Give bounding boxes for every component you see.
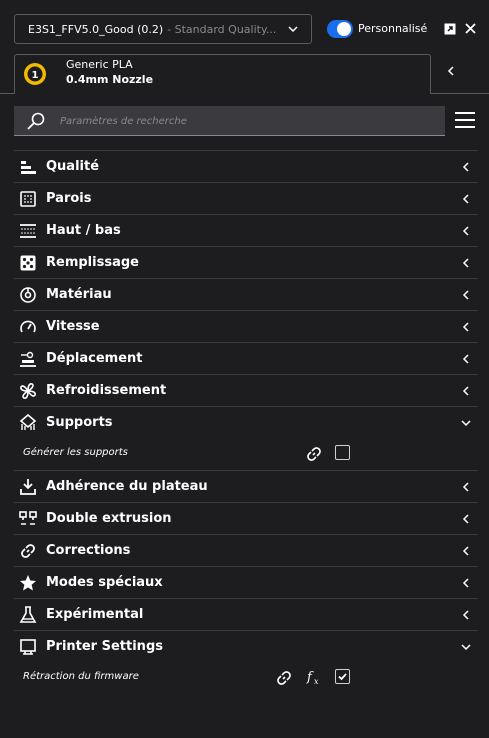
fixes-icon [21,544,35,558]
external-link-icon[interactable] [444,23,456,35]
category-travel[interactable]: Déplacement [14,342,478,374]
category-experimental[interactable]: Expérimental [14,598,478,630]
category-label: Adhérence du plateau [46,479,208,494]
adhesion-icon [20,479,36,495]
extruder-number: 1 [32,70,39,81]
search-input[interactable] [58,110,432,132]
tab-divider [431,93,489,94]
chevron-left-icon [462,578,469,588]
category-dual-extrusion[interactable]: Double extrusion [14,502,478,534]
setting-label: Générer les supports [23,447,128,458]
extruder-tab[interactable]: 1 Generic PLA 0.4mm Nozzle [14,54,431,94]
category-speed[interactable]: Vitesse [14,310,478,342]
chevron-down-icon [461,644,471,651]
speed-icon [20,320,36,333]
function-icon[interactable]: fx [306,668,322,686]
profile-quality: - Standard Quality... [167,22,277,36]
category-label: Supports [46,415,113,430]
category-label: Matériau [46,287,112,302]
link-icon[interactable] [305,445,323,463]
chevron-left-icon [462,610,469,620]
setting-firmware-retraction: Rétraction du firmware fx [14,662,478,694]
chevron-left-icon [462,386,469,396]
category-label: Double extrusion [46,511,172,526]
chevron-left-icon [462,290,469,300]
profile-selector[interactable]: E3S1_FFV5.0_Good (0.2) - Standard Qualit… [14,14,312,44]
custom-label: Personnalisé [358,22,428,35]
category-material[interactable]: Matériau [14,278,478,310]
cooling-icon [20,383,36,399]
top-bottom-icon [20,224,36,238]
category-label: Corrections [46,543,131,558]
chevron-left-icon [462,162,469,172]
category-label: Parois [46,191,92,206]
custom-toggle[interactable] [327,20,353,38]
printer-settings-icon [20,639,36,655]
setting-label: Rétraction du firmware [23,671,139,682]
close-icon[interactable] [465,23,476,34]
chevron-left-icon [462,322,469,332]
category-fixes[interactable]: Corrections [14,534,478,566]
walls-icon [20,191,36,207]
category-walls[interactable]: Parois [14,182,478,214]
chevron-left-icon[interactable] [444,64,458,78]
setting-generate-support: Générer les supports [14,438,478,470]
category-infill[interactable]: Remplissage [14,246,478,278]
category-adhesion[interactable]: Adhérence du plateau [14,470,478,502]
chevron-down-icon [461,420,471,427]
search-bar [14,106,445,136]
chevron-left-icon [462,546,469,556]
category-quality[interactable]: Qualité [14,150,478,182]
search-icon [27,112,45,130]
chevron-left-icon [462,354,469,364]
chevron-left-icon [462,514,469,524]
material-icon [20,287,36,303]
category-label: Vitesse [46,319,100,334]
category-label: Déplacement [46,351,143,366]
tab-divider-left [0,93,14,94]
category-label: Refroidissement [46,383,167,398]
category-label: Printer Settings [46,639,163,654]
category-label: Qualité [46,159,100,174]
special-modes-icon [20,575,36,591]
infill-icon [20,255,36,271]
extruder-badge-icon: 1 [24,63,46,85]
chevron-down-icon [288,26,298,33]
chevron-left-icon [462,482,469,492]
firmware-retraction-checkbox[interactable] [335,669,350,684]
checkmark-icon [338,673,347,681]
hamburger-menu-icon[interactable] [455,110,475,130]
nozzle-size: 0.4mm Nozzle [66,73,154,86]
generate-support-checkbox[interactable] [335,445,350,460]
chevron-left-icon [462,226,469,236]
settings-list: Qualité Parois Haut / bas Remplissage Ma… [14,150,478,694]
quality-icon [21,161,36,174]
experimental-icon [19,606,37,623]
svg-text:f: f [306,670,314,685]
material-name: Generic PLA [66,58,133,71]
category-special-modes[interactable]: Modes spéciaux [14,566,478,598]
category-printer-settings[interactable]: Printer Settings [14,630,478,662]
category-support[interactable]: Supports [14,406,478,438]
dual-extrusion-icon [19,511,37,525]
category-label: Haut / bas [46,223,121,238]
category-cooling[interactable]: Refroidissement [14,374,478,406]
link-icon[interactable] [275,669,293,687]
travel-icon [20,351,36,367]
category-label: Remplissage [46,255,139,270]
support-icon [19,414,37,430]
profile-name: E3S1_FFV5.0_Good (0.2) [28,22,164,36]
category-label: Modes spéciaux [46,575,163,590]
chevron-left-icon [462,194,469,204]
svg-text:x: x [314,677,319,686]
category-top-bottom[interactable]: Haut / bas [14,214,478,246]
chevron-left-icon [462,258,469,268]
top-bar: E3S1_FFV5.0_Good (0.2) - Standard Qualit… [14,14,489,46]
toggle-knob [337,22,351,36]
category-label: Expérimental [46,607,144,622]
